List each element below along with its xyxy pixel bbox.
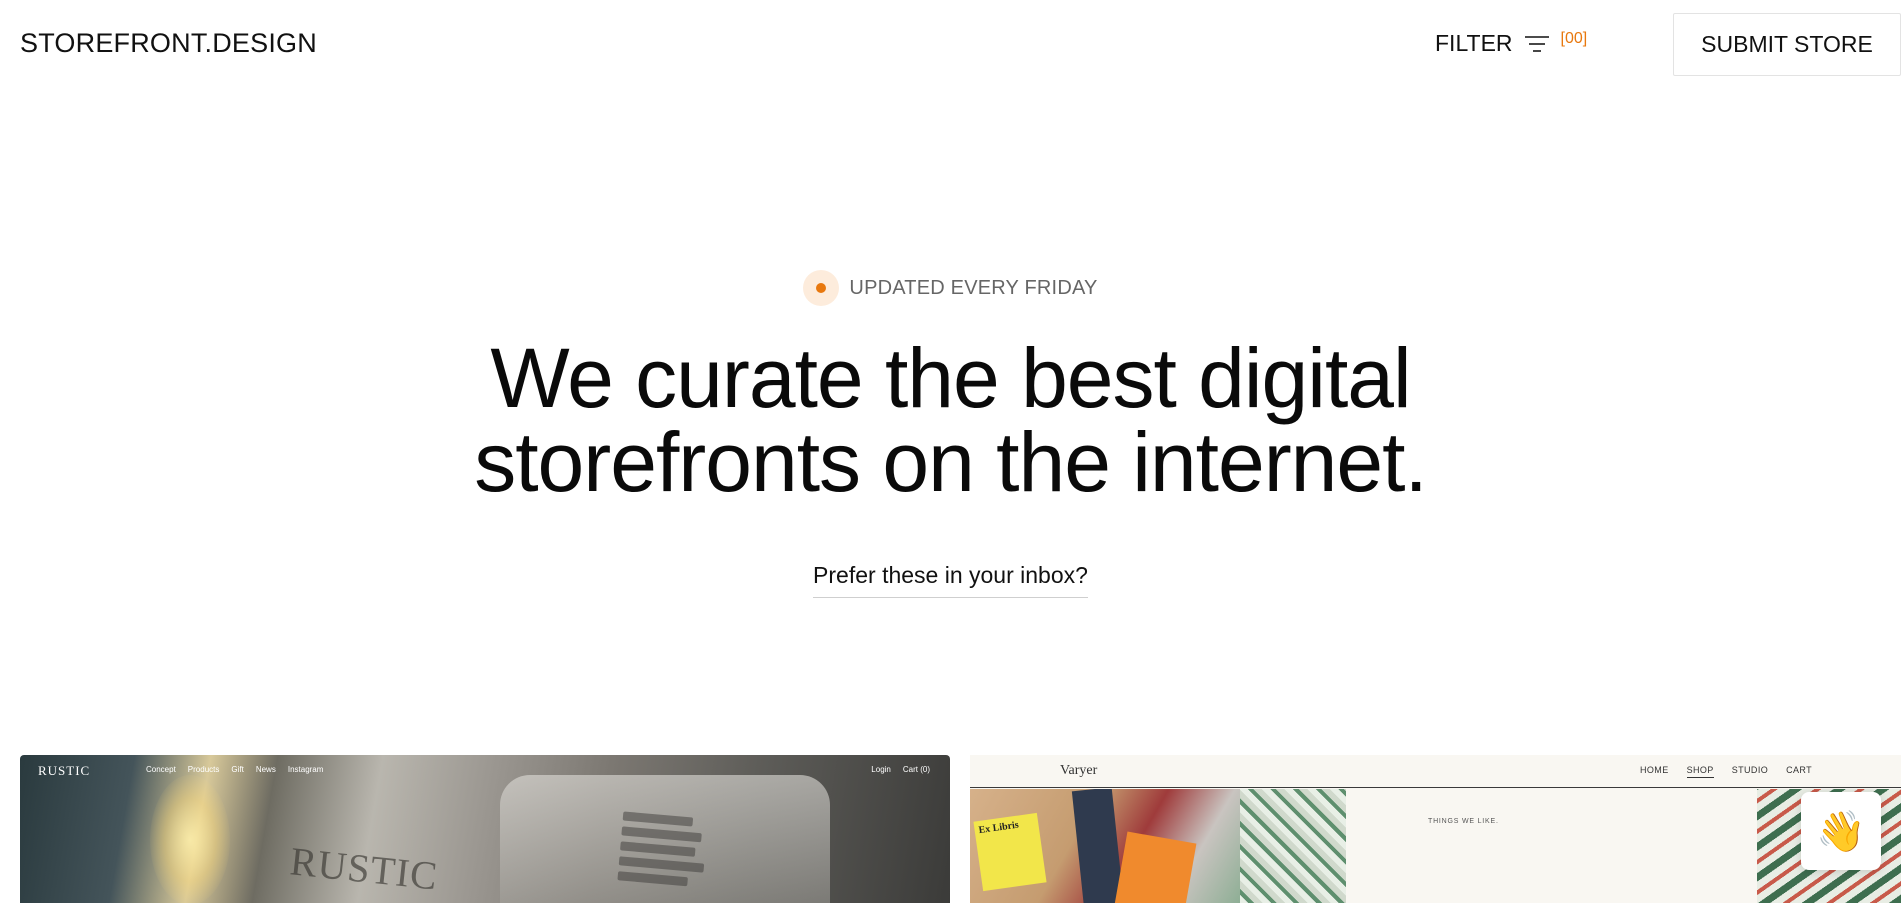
rustic-nav-news: News (255, 765, 276, 774)
varyer-nav-studio: STUDIO (1731, 765, 1769, 775)
site-header: STOREFRONT.DESIGN FILTER [00] SUBMIT STO… (0, 0, 1901, 90)
ex-libris-sticker: Ex Libris (973, 812, 1047, 892)
varyer-nav-cart: CART (1786, 765, 1813, 775)
varyer-tagline: THINGS WE LIKE. (1428, 818, 1499, 825)
product-label-lines (617, 811, 708, 893)
hero-section: UPDATED EVERY FRIDAY We curate the best … (0, 270, 1901, 598)
varyer-product-photo: Ex Libris (970, 789, 1346, 903)
rustic-nav-gift: Gift (231, 765, 244, 774)
filter-count-badge: [00] (1560, 29, 1588, 47)
headline-line-1: We curate the best digital (490, 331, 1411, 425)
filter-label: FILTER (1435, 30, 1513, 56)
storefront-card-rustic[interactable]: RUSTIC RUSTIC Concept Products Gift News… (20, 755, 950, 903)
hero-headline: We curate the best digital storefronts o… (0, 336, 1901, 504)
waving-hand-icon[interactable]: 👋 (1801, 792, 1881, 870)
updated-badge: UPDATED EVERY FRIDAY (0, 270, 1901, 306)
filter-lines-icon (1524, 35, 1549, 52)
varyer-nav-shop: SHOP (1686, 765, 1714, 778)
rustic-logo: RUSTIC (38, 763, 91, 778)
submit-store-button[interactable]: SUBMIT STORE (1673, 13, 1901, 76)
headline-line-2: storefronts on the internet. (474, 415, 1428, 509)
filter-button[interactable]: FILTER [00] (1435, 30, 1587, 57)
rustic-nav-cart: Cart (0) (902, 765, 930, 774)
varyer-nav-home: HOME (1640, 765, 1669, 775)
light-flare (150, 775, 230, 903)
status-dot-icon (803, 270, 840, 306)
rustic-nav-login: Login (871, 765, 891, 774)
rustic-nav: RUSTIC Concept Products Gift News Instag… (20, 755, 950, 785)
varyer-nav: Varyer HOME SHOP STUDIO CART (970, 755, 1901, 788)
rustic-nav-concept: Concept (146, 765, 176, 774)
storefront-card-varyer[interactable]: Varyer HOME SHOP STUDIO CART Ex Libris T… (970, 755, 1901, 903)
product-label-text: RUSTIC (288, 838, 441, 899)
rustic-nav-products: Products (187, 765, 220, 774)
newsletter-link[interactable]: Prefer these in your inbox? (813, 562, 1088, 598)
updated-text: UPDATED EVERY FRIDAY (849, 276, 1098, 299)
site-logo[interactable]: STOREFRONT.DESIGN (20, 28, 317, 59)
varyer-logo: Varyer (1060, 763, 1098, 778)
rustic-nav-instagram: Instagram (287, 765, 324, 774)
